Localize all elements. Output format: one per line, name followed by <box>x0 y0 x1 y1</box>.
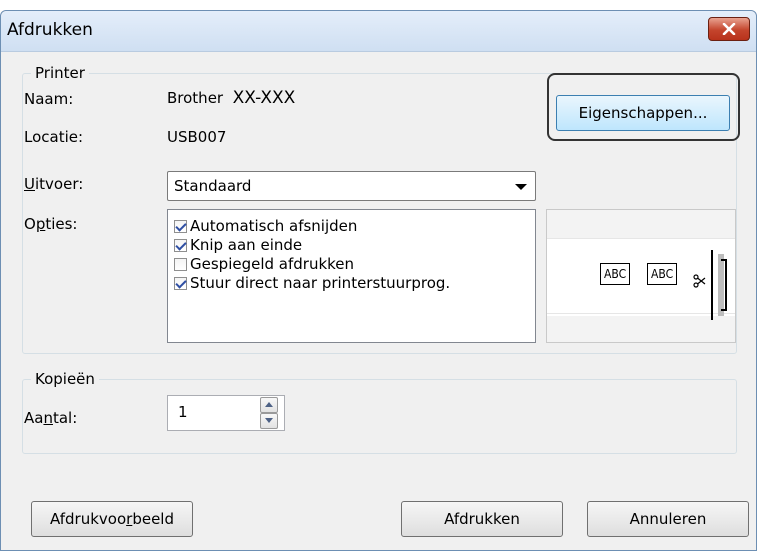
options-list[interactable]: Automatisch afsnijden Knip aan einde Ges… <box>167 209 536 343</box>
option-cut-at-end-label: Knip aan einde <box>190 236 303 254</box>
output-label: Uitvoer: <box>24 175 83 193</box>
output-label-accesskey: U <box>24 175 35 193</box>
name-value-brand: Brother <box>167 89 224 107</box>
spin-down-button[interactable] <box>260 413 278 429</box>
count-label: Aantal: <box>24 409 77 427</box>
copies-count-value: 1 <box>178 403 188 421</box>
properties-button[interactable]: Eigenschappen... <box>556 95 730 131</box>
option-mirror-print[interactable]: Gespiegeld afdrukken <box>174 255 354 273</box>
scissors-icon <box>693 274 706 288</box>
output-label-text: itvoer: <box>34 175 84 193</box>
preview-label-1: ABC <box>600 263 631 285</box>
name-label: Naam: <box>24 90 74 108</box>
print-preview-label-pre: Afdrukvoo <box>50 510 127 528</box>
name-value-model: XX-XXX <box>232 88 296 108</box>
option-cut-at-end-checkbox[interactable] <box>174 238 187 252</box>
options-label-text: ties: <box>45 215 78 233</box>
cutter-bracket-icon <box>711 250 727 320</box>
location-value: USB007 <box>167 128 227 146</box>
print-preview-button[interactable]: Afdrukvoorbeeld <box>31 501 193 537</box>
option-direct-to-driver-checkbox[interactable] <box>174 276 187 290</box>
preview-margin-top <box>547 210 735 238</box>
options-label-accesskey: p <box>35 215 46 233</box>
location-label: Locatie: <box>24 128 84 146</box>
print-dialog: Afdrukken Printer Naam: Brother XX-XXX L… <box>0 10 757 551</box>
copies-group-legend: Kopieën <box>31 370 99 388</box>
option-auto-cut[interactable]: Automatisch afsnijden <box>174 217 357 235</box>
print-button[interactable]: Afdrukken <box>401 501 563 537</box>
cancel-button-label: Annuleren <box>629 510 707 528</box>
label-preview: ABC ABC <box>546 209 736 343</box>
window-title: Afdrukken <box>7 20 93 40</box>
option-mirror-print-label: Gespiegeld afdrukken <box>190 255 355 273</box>
option-cut-at-end[interactable]: Knip aan einde <box>174 236 302 254</box>
close-icon <box>722 23 736 35</box>
output-select-value: Standaard <box>174 177 252 195</box>
count-label-accesskey: n <box>43 409 53 427</box>
output-select[interactable]: Standaard <box>167 171 536 201</box>
option-auto-cut-label: Automatisch afsnijden <box>190 217 358 235</box>
copies-group: Kopieën <box>22 370 737 454</box>
spin-up-button[interactable] <box>260 397 278 413</box>
close-button[interactable] <box>708 17 750 41</box>
option-direct-to-driver[interactable]: Stuur direct naar printerstuurprog. <box>174 274 450 292</box>
name-value: Brother XX-XXX <box>167 88 295 108</box>
copies-count-input[interactable]: 1 <box>167 395 285 431</box>
print-preview-label-rest: beeld <box>132 510 174 528</box>
options-label: Opties: <box>24 215 78 233</box>
option-mirror-print-checkbox[interactable] <box>174 257 187 271</box>
printer-group-legend: Printer <box>31 64 89 82</box>
properties-button-label: Eigenschappen... <box>578 104 708 122</box>
print-button-label: Afdrukken <box>444 510 520 528</box>
chevron-down-icon[interactable] <box>515 184 527 190</box>
cancel-button[interactable]: Annuleren <box>587 501 749 537</box>
option-direct-to-driver-label: Stuur direct naar printerstuurprog. <box>190 274 451 292</box>
title-bar[interactable]: Afdrukken <box>1 11 756 52</box>
preview-label-2: ABC <box>647 263 678 285</box>
options-label-pre: O <box>24 215 36 233</box>
preview-margin-bottom <box>547 316 735 342</box>
count-label-pre: Aa <box>24 409 44 427</box>
count-label-text: tal: <box>52 409 78 427</box>
print-preview-button-label: Afdrukvoorbeeld <box>50 510 174 528</box>
option-auto-cut-checkbox[interactable] <box>174 219 187 233</box>
